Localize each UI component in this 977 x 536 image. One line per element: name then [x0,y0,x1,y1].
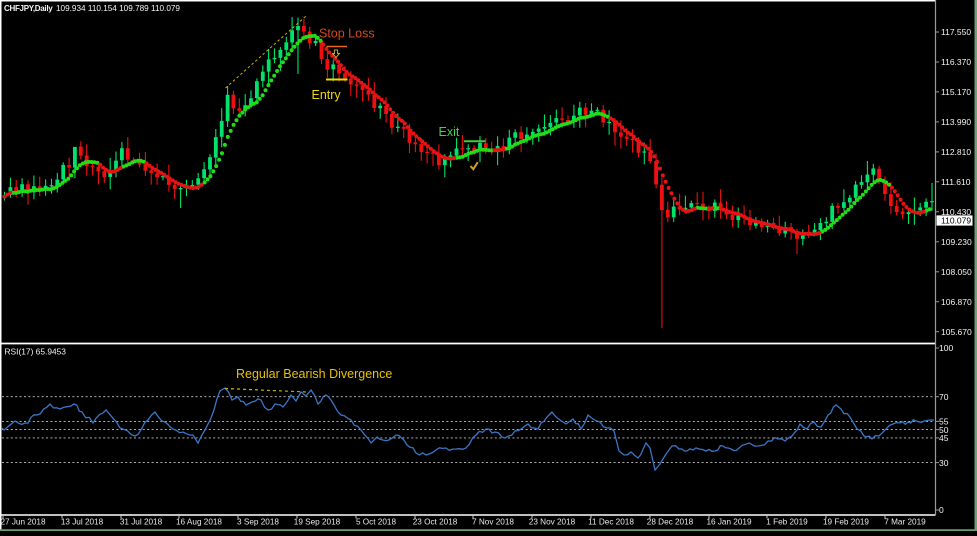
svg-text:28 Dec 2018: 28 Dec 2018 [647,518,694,527]
svg-text:Regular Bearish Divergence: Regular Bearish Divergence [236,367,392,381]
svg-text:110.079: 110.079 [941,216,971,226]
svg-text:109.934 110.154 109.789 110.07: 109.934 110.154 109.789 110.079 [56,4,180,13]
svg-text:115.170: 115.170 [941,87,971,97]
svg-text:0: 0 [939,505,944,515]
svg-text:13 Jul 2018: 13 Jul 2018 [61,518,104,527]
svg-text:111.610: 111.610 [941,177,971,187]
svg-text:1 Feb 2019: 1 Feb 2019 [766,518,808,527]
svg-text:105.670: 105.670 [941,327,972,337]
svg-text:27 Jun 2018: 27 Jun 2018 [0,518,46,527]
svg-text:106.870: 106.870 [941,297,972,307]
svg-text:23 Nov 2018: 23 Nov 2018 [529,518,576,527]
svg-text:112.810: 112.810 [941,147,971,157]
svg-text:109.230: 109.230 [941,237,972,247]
svg-text:31 Jul 2018: 31 Jul 2018 [120,518,163,527]
svg-text:45: 45 [939,433,949,443]
svg-text:108.050: 108.050 [941,267,972,277]
svg-text:19 Feb 2019: 19 Feb 2019 [823,518,869,527]
svg-text:16 Aug 2018: 16 Aug 2018 [176,518,222,527]
svg-text:19 Sep 2018: 19 Sep 2018 [294,518,341,527]
svg-text:113.990: 113.990 [941,117,971,127]
svg-text:11 Dec 2018: 11 Dec 2018 [588,518,634,527]
svg-text:3 Sep 2018: 3 Sep 2018 [237,518,279,527]
svg-text:100: 100 [939,343,953,353]
svg-text:Entry: Entry [312,88,342,102]
svg-text:117.550: 117.550 [941,27,971,37]
svg-text:Stop Loss: Stop Loss [319,27,375,41]
svg-text:23 Oct 2018: 23 Oct 2018 [413,518,458,527]
svg-text:70: 70 [939,392,949,402]
svg-text:7 Mar 2019: 7 Mar 2019 [884,518,926,527]
svg-text:CHFJPY,Daily: CHFJPY,Daily [4,4,53,13]
svg-text:7 Nov 2018: 7 Nov 2018 [472,518,514,527]
svg-text:Exit: Exit [439,125,460,139]
svg-text:RSI(17) 65.9453: RSI(17) 65.9453 [5,347,67,357]
svg-text:16 Jan 2019: 16 Jan 2019 [706,518,752,527]
svg-text:5 Oct 2018: 5 Oct 2018 [356,518,397,527]
svg-text:116.370: 116.370 [941,57,971,67]
svg-text:30: 30 [939,458,949,468]
